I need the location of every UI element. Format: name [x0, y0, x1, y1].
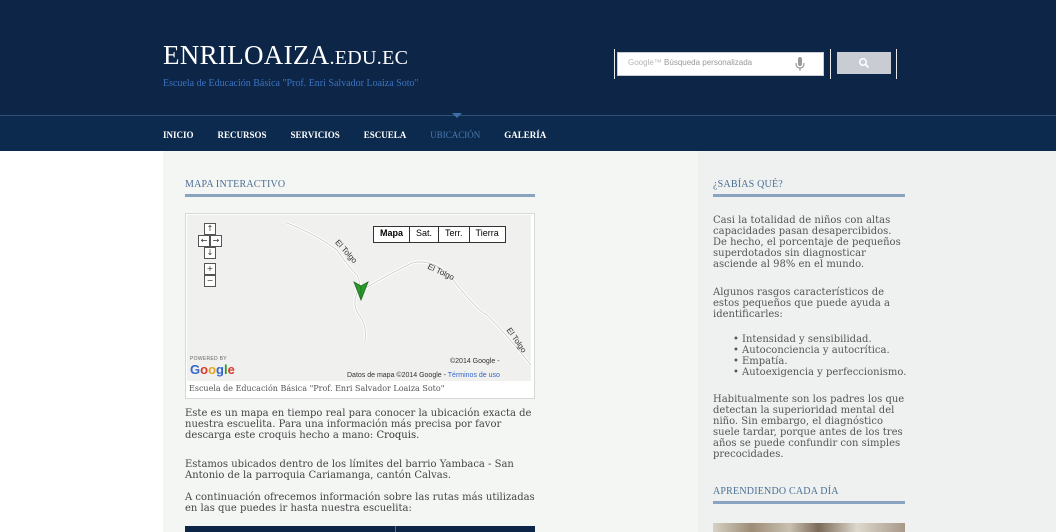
location-marker-icon[interactable] — [353, 279, 369, 305]
did-you-know-paragraph-1: Casi la totalidad de niños con altas cap… — [713, 215, 901, 270]
did-you-know-title: ¿SABÍAS QUÉ? — [713, 179, 783, 190]
list-item: Intensidad y sensibilidad. — [733, 334, 906, 345]
list-item: Autoexigencia y perfeccionismo. — [733, 367, 906, 378]
nav-item-escuela[interactable]: ESCUELA — [364, 130, 407, 144]
map-section-rule — [185, 194, 535, 197]
nav-item-ubicacion[interactable]: UBICACIÓN — [430, 130, 480, 144]
search-icon — [858, 57, 870, 69]
list-item: Autoconciencia y autocrítica. — [733, 345, 906, 356]
routes-table-header — [185, 526, 535, 532]
map-description: Este es un mapa en tiempo real para cono… — [185, 408, 535, 441]
microphone-icon[interactable] — [792, 56, 808, 72]
map-data-text: Datos de mapa ©2014 Google - — [347, 372, 446, 379]
brand-main: ENRILOAIZA — [163, 40, 330, 70]
map-type-terr[interactable]: Terr. — [439, 227, 470, 242]
pan-left-icon[interactable]: ← — [198, 235, 210, 247]
search-placeholder: Google™ Búsqueda personalizada — [628, 58, 752, 67]
pan-down-icon[interactable]: ↓ — [204, 247, 216, 259]
map-data-attribution: Datos de mapa ©2014 Google - Términos de… — [347, 372, 500, 379]
pan-up-icon[interactable]: ↑ — [204, 223, 216, 235]
table-divider — [395, 526, 396, 532]
learning-rule — [713, 501, 905, 504]
location-paragraph: Estamos ubicados dentro de los límites d… — [185, 459, 514, 481]
zoom-in-icon[interactable]: + — [204, 263, 216, 275]
nav-item-galeria[interactable]: GALERÍA — [504, 130, 546, 144]
list-item: Empatía. — [733, 356, 906, 367]
map-copyright: ©2014 Google - — [450, 358, 500, 365]
search-divider-mid — [830, 49, 831, 79]
map-terms-link[interactable]: Términos de uso — [448, 372, 500, 379]
learning-photo[interactable] — [713, 523, 905, 532]
map-caption: Escuela de Educación Básica "Prof. Enri … — [189, 384, 445, 393]
search-divider-right — [896, 49, 897, 79]
did-you-know-paragraph-2: Algunos rasgos característicos de estos … — [713, 287, 891, 320]
search-button[interactable] — [837, 52, 891, 74]
map-type-mapa[interactable]: Mapa — [374, 227, 411, 242]
learning-title: APRENDIENDO CADA DÍA — [713, 486, 839, 497]
map-description-text: Este es un mapa en tiempo real para cono… — [185, 408, 532, 441]
nav-item-inicio[interactable]: INICIO — [163, 130, 194, 144]
search-divider-left — [614, 49, 615, 79]
map-description-end: . — [416, 430, 420, 441]
did-you-know-paragraph-3: Habitualmente son los padres los que det… — [713, 394, 905, 460]
google-logo[interactable]: Google — [190, 362, 235, 377]
search-placeholder-text: Búsqueda personalizada — [664, 58, 753, 67]
map-type-sat[interactable]: Sat. — [410, 227, 440, 242]
active-nav-caret — [452, 113, 462, 118]
croquis-link[interactable]: Croquis — [376, 430, 416, 441]
brand-suffix: .EDU.EC — [329, 47, 409, 69]
pan-right-icon[interactable]: → — [210, 235, 222, 247]
zoom-out-icon[interactable]: − — [204, 275, 216, 287]
map-type-selector: Mapa Sat. Terr. Tierra — [373, 226, 506, 243]
site-subtitle: Escuela de Educación Básica "Prof. Enri … — [163, 78, 419, 89]
nav-item-servicios[interactable]: SERVICIOS — [291, 130, 340, 144]
traits-list: Intensidad y sensibilidad. Autoconcienci… — [733, 334, 906, 378]
did-you-know-rule — [713, 194, 905, 197]
map-type-tierra[interactable]: Tierra — [470, 227, 505, 242]
map-section-title: MAPA INTERACTIVO — [185, 179, 286, 190]
main-nav: INICIO RECURSOS SERVICIOS ESCUELA UBICAC… — [163, 130, 570, 144]
nav-item-recursos[interactable]: RECURSOS — [218, 130, 267, 144]
routes-paragraph: A continuación ofrecemos información sob… — [185, 492, 535, 514]
site-logo-text[interactable]: ENRILOAIZA.EDU.EC — [163, 40, 408, 71]
search-brand: Google™ — [628, 58, 662, 67]
